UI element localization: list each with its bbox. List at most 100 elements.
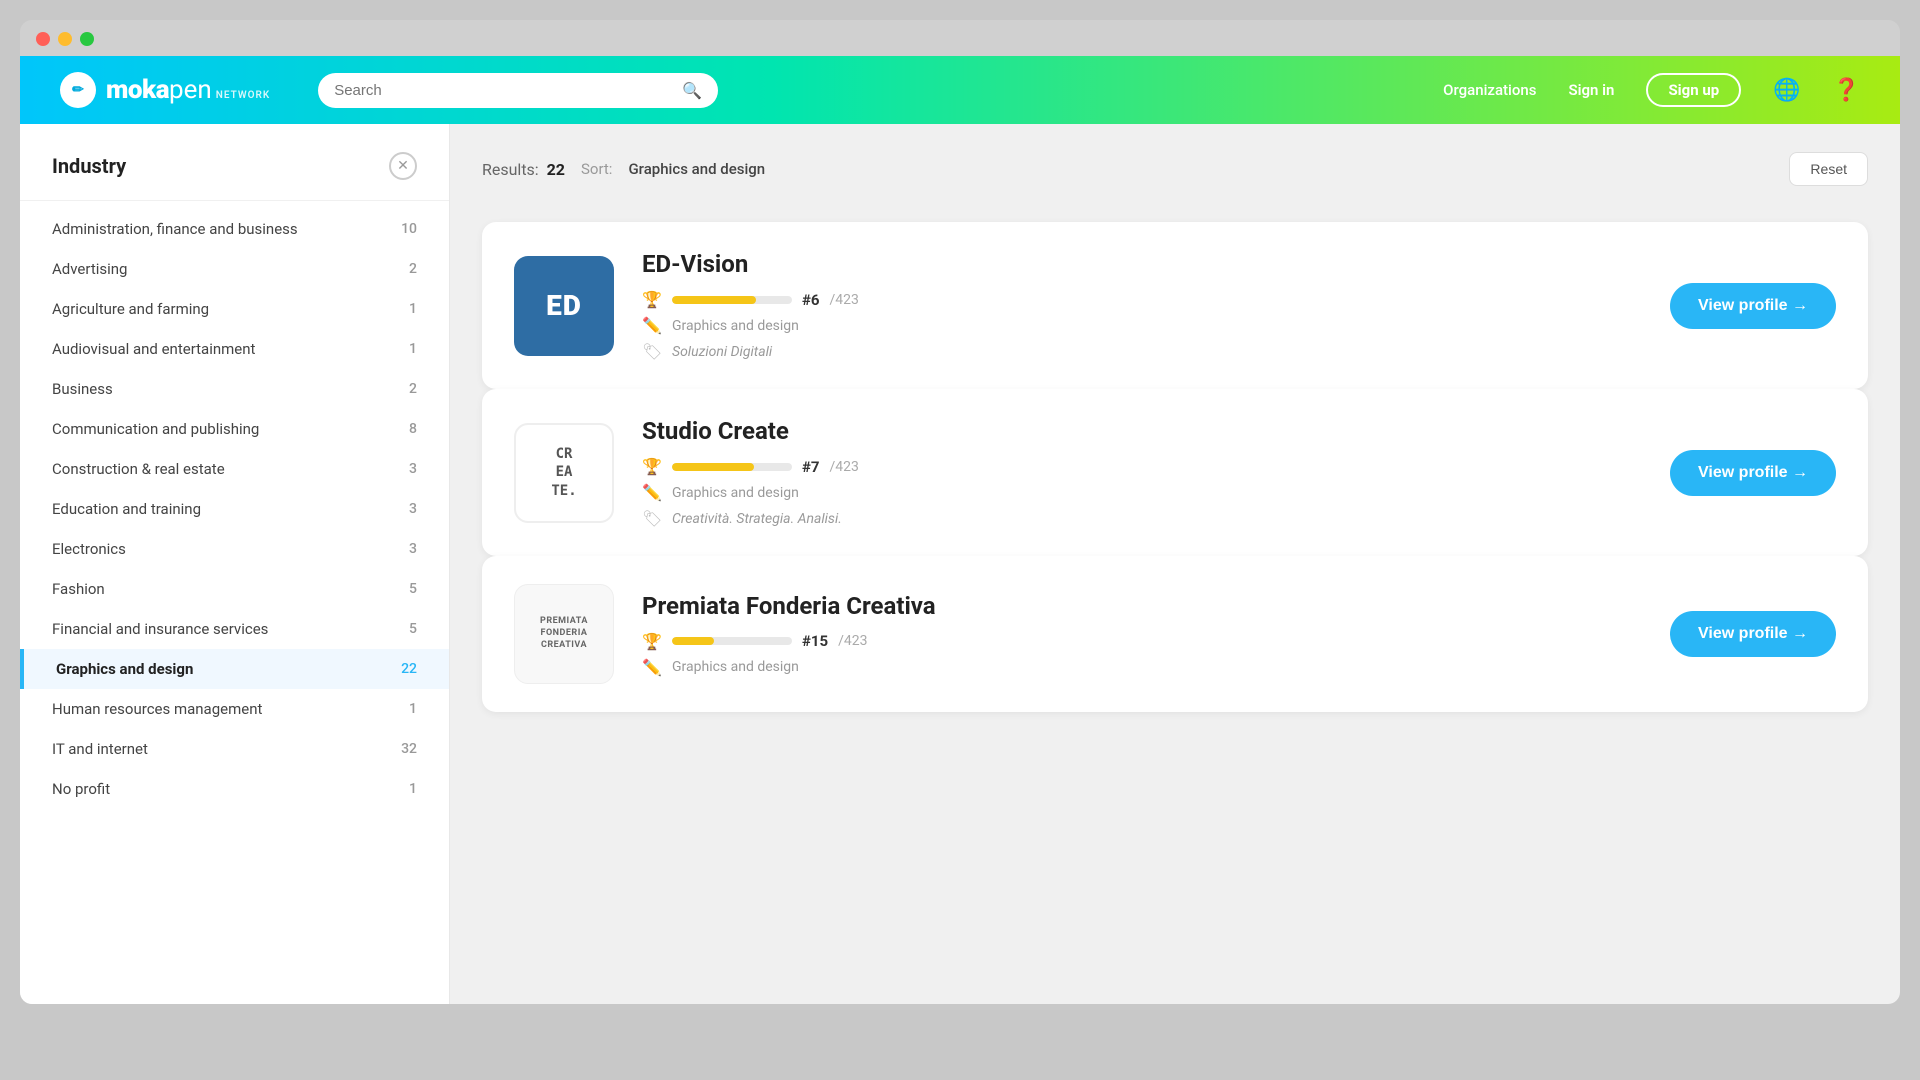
view-profile-button[interactable]: View profile → [1670,283,1836,329]
logo-moka: moka [106,75,169,105]
card-rank-row: 🏆 #6 /423 [642,290,1642,309]
sidebar-items: Administration, finance and business 10 … [20,209,449,809]
pencil-icon: ✏️ [642,316,662,335]
card-industry: Graphics and design [672,318,799,334]
sidebar-item-label: Audiovisual and entertainment [52,340,255,358]
card-industry-row: ✏️ Graphics and design [642,658,1642,677]
results-area: Results: 22 Sort: Graphics and design Re… [450,124,1900,1004]
card-industry: Graphics and design [672,659,799,675]
logo-pen: pen [169,75,212,105]
trophy-icon: 🏆 [642,290,662,309]
sidebar-item-graphics-and-design[interactable]: Graphics and design 22 [20,649,449,689]
view-profile-button[interactable]: View profile → [1670,611,1836,657]
rank-bar-bg [672,296,792,304]
card-rank-row: 🏆 #15 /423 [642,632,1642,651]
sidebar-item-no-profit[interactable]: No profit 1 [20,769,449,809]
results-count: Results: 22 [482,160,565,179]
card-studio-create: CR EA TE. Studio Create 🏆 #7 /423 ✏️ [482,389,1868,556]
sidebar-item-construction---real-estate[interactable]: Construction & real estate 3 [20,449,449,489]
window-minimize-dot[interactable] [58,32,72,46]
pencil-icon: ✏️ [642,658,662,677]
trophy-icon: 🏆 [642,632,662,651]
sidebar-item-communication-and-publishing[interactable]: Communication and publishing 8 [20,409,449,449]
nav-signup[interactable]: Sign up [1646,73,1741,107]
card-info: Studio Create 🏆 #7 /423 ✏️ Graphics and … [642,417,1642,528]
card-industry-row: ✏️ Graphics and design [642,316,1642,335]
sidebar-item-count: 8 [409,421,417,437]
nav-organizations[interactable]: Organizations [1443,81,1536,99]
card-tagline: Soluzioni Digitali [672,344,772,360]
sidebar-item-count: 5 [409,621,417,637]
card-meta: 🏆 #6 /423 ✏️ Graphics and design 🏷 Sol [642,290,1642,361]
sidebar-item-count: 32 [401,741,417,757]
window-maximize-dot[interactable] [80,32,94,46]
sidebar-item-electronics[interactable]: Electronics 3 [20,529,449,569]
card-tagline-row: 🏷 Creatività. Strategia. Analisi. [642,509,1642,528]
sidebar-item-label: Fashion [52,580,105,598]
sidebar-item-label: Communication and publishing [52,420,259,438]
tag-icon: 🏷 [642,342,662,361]
main-content: Industry ✕ Administration, finance and b… [20,124,1900,1004]
search-input[interactable] [334,82,672,99]
sidebar-item-count: 1 [409,341,417,357]
card-tagline: Creatività. Strategia. Analisi. [672,511,842,527]
sidebar-close-button[interactable]: ✕ [389,152,417,180]
card-ed-vision: ED ED-Vision 🏆 #6 /423 ✏️ Graphics an [482,222,1868,389]
sidebar-item-label: Electronics [52,540,126,558]
rank-bar-fill [672,463,754,471]
results-sort-value: Graphics and design [628,160,765,178]
view-profile-button[interactable]: View profile → [1670,450,1836,496]
sidebar-item-business[interactable]: Business 2 [20,369,449,409]
sidebar-item-label: Agriculture and farming [52,300,209,318]
header: ✏ moka pen NETWORK 🔍 Organizations Sign … [20,56,1900,124]
sidebar-item-advertising[interactable]: Advertising 2 [20,249,449,289]
rank-total: /423 [830,459,859,475]
sidebar-header: Industry ✕ [20,152,449,201]
card-meta: 🏆 #15 /423 ✏️ Graphics and design [642,632,1642,677]
sidebar-item-label: Financial and insurance services [52,620,268,638]
sidebar-item-label: IT and internet [52,740,148,758]
pencil-icon: ✏️ [642,483,662,502]
rank-number: #7 [802,458,820,476]
sidebar-item-it-and-internet[interactable]: IT and internet 32 [20,729,449,769]
help-icon[interactable]: ❓ [1833,78,1860,103]
sidebar-item-count: 3 [409,501,417,517]
sidebar-item-human-resources-management[interactable]: Human resources management 1 [20,689,449,729]
search-bar[interactable]: 🔍 [318,73,718,108]
rank-bar: #6 /423 [672,291,859,309]
card-name: Studio Create [642,417,1642,445]
results-header: Results: 22 Sort: Graphics and design Re… [482,152,1868,202]
card-industry: Graphics and design [672,485,799,501]
sidebar-item-audiovisual-and-entertainment[interactable]: Audiovisual and entertainment 1 [20,329,449,369]
sidebar-item-count: 1 [409,301,417,317]
window-close-dot[interactable] [36,32,50,46]
sidebar-item-label: Advertising [52,260,127,278]
sidebar-item-agriculture-and-farming[interactable]: Agriculture and farming 1 [20,289,449,329]
rank-bar-bg [672,463,792,471]
card-name: ED-Vision [642,250,1642,278]
sidebar-item-financial-and-insurance-services[interactable]: Financial and insurance services 5 [20,609,449,649]
rank-total: /423 [838,633,867,649]
sidebar-item-count: 3 [409,541,417,557]
globe-icon[interactable]: 🌐 [1773,78,1800,103]
rank-total: /423 [830,292,859,308]
rank-bar: #7 /423 [672,458,859,476]
sidebar-item-label: No profit [52,780,110,798]
sidebar-item-count: 1 [409,781,417,797]
sidebar-item-administration--finance-and-business[interactable]: Administration, finance and business 10 [20,209,449,249]
sidebar-item-label: Administration, finance and business [52,220,298,238]
card-info: Premiata Fonderia Creativa 🏆 #15 /423 ✏️… [642,592,1642,677]
sidebar-item-fashion[interactable]: Fashion 5 [20,569,449,609]
sidebar-title: Industry [52,154,126,178]
rank-bar-fill [672,637,714,645]
logo[interactable]: ✏ moka pen NETWORK [60,72,270,108]
results-count-value: 22 [547,160,565,179]
tag-icon: 🏷 [642,509,662,528]
sidebar-item-label: Education and training [52,500,201,518]
logo-text: moka pen NETWORK [106,75,270,105]
reset-button[interactable]: Reset [1789,152,1868,186]
rank-number: #15 [802,632,828,650]
sidebar-item-education-and-training[interactable]: Education and training 3 [20,489,449,529]
sidebar-item-count: 22 [401,661,417,677]
nav-signin[interactable]: Sign in [1568,81,1614,99]
